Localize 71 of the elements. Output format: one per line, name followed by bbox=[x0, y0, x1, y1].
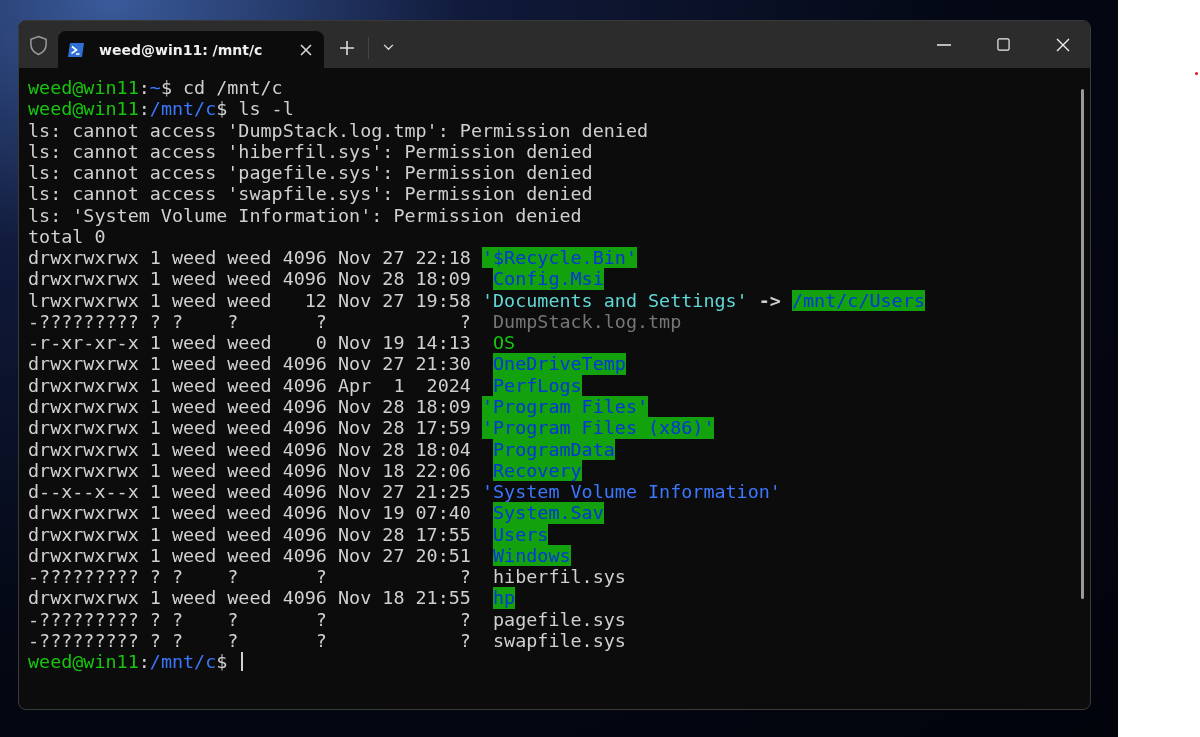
directory-name: hp bbox=[493, 587, 516, 609]
terminal-text: ls: cannot access 'DumpStack.log.tmp': Permission denied bbox=[28, 119, 649, 141]
terminal-prompt-icon bbox=[67, 41, 85, 58]
directory-name: Users bbox=[493, 523, 549, 545]
prompt-user: weed@win11 bbox=[28, 77, 139, 99]
file-details: drwxrwxrwx 1 weed weed 4096 Apr 1 2024 bbox=[28, 374, 472, 396]
terminal-text: ls: cannot access 'hiberfil.sys': Permission denied bbox=[28, 140, 593, 163]
file-details: -????????? ? ? ? ? ? bbox=[28, 566, 472, 588]
file-name: pagefile.sys bbox=[493, 608, 626, 630]
symlink-name: 'Documents and Settings' bbox=[481, 289, 748, 311]
directory-name: /mnt/c/Users bbox=[791, 289, 925, 311]
file-details: d--x--x--x 1 weed weed 4096 Nov 27 21:25 bbox=[28, 481, 471, 503]
file-name: hiberfil.sys bbox=[493, 566, 626, 588]
file-details: -r-xr-xr-x 1 weed weed 0 Nov 19 14:13 bbox=[28, 332, 472, 354]
terminal-text: : bbox=[138, 651, 150, 673]
file-name: swapfile.sys bbox=[493, 629, 626, 652]
file-details: drwxrwxrwx 1 weed weed 4096 Nov 27 21:30 bbox=[28, 353, 472, 375]
chevron-down-icon[interactable] bbox=[383, 44, 394, 51]
file-details: drwxrwxrwx 1 weed weed 4096 Nov 27 22:18 bbox=[28, 247, 471, 269]
maximize-icon[interactable] bbox=[997, 38, 1010, 51]
file-details: drwxrwxrwx 1 weed weed 4096 Nov 19 07:40 bbox=[28, 502, 472, 524]
terminal-text: : bbox=[138, 77, 150, 99]
directory-name: PerfLogs bbox=[493, 374, 582, 396]
dot-mark bbox=[1195, 72, 1198, 75]
directory-name: Windows bbox=[493, 544, 571, 567]
file-details: lrwxrwxrwx 1 weed weed 12 Nov 27 19:58 bbox=[28, 289, 471, 311]
close-icon[interactable] bbox=[1056, 37, 1070, 52]
close-icon[interactable] bbox=[300, 43, 312, 56]
directory-name: 'Program Files (x86)' bbox=[481, 417, 715, 439]
file-details: drwxrwxrwx 1 weed weed 4096 Nov 28 17:59 bbox=[28, 417, 471, 439]
terminal-text: total 0 bbox=[28, 225, 106, 248]
terminal-text: $ cd /mnt/c bbox=[160, 77, 283, 99]
directory-name: Config.Msi bbox=[493, 268, 604, 290]
file-details: drwxrwxrwx 1 weed weed 4096 Nov 28 18:09 bbox=[28, 268, 472, 290]
plus-icon[interactable] bbox=[340, 41, 354, 55]
text-cursor bbox=[240, 652, 243, 672]
minimize-icon[interactable] bbox=[937, 43, 951, 46]
terminal-tab[interactable]: weed@win11: /mnt/c bbox=[58, 31, 324, 68]
tab-title: weed@win11: /mnt/c bbox=[99, 41, 264, 58]
file-details: drwxrwxrwx 1 weed weed 4096 Nov 28 18:09 bbox=[28, 396, 471, 418]
symlink-arrow: -> bbox=[758, 289, 781, 311]
directory-name: Recovery bbox=[493, 459, 582, 482]
terminal-text: ls: 'System Volume Information': Permission denied bbox=[28, 204, 582, 226]
terminal-text: : bbox=[138, 98, 150, 120]
prompt-path: /mnt/c bbox=[149, 98, 217, 120]
directory-name: '$Recycle.Bin' bbox=[481, 247, 637, 269]
file-details: -????????? ? ? ? ? ? bbox=[28, 608, 472, 630]
terminal-text: ls: cannot access 'pagefile.sys': Permission denied bbox=[28, 162, 593, 184]
directory-name: OneDriveTemp bbox=[493, 353, 626, 375]
prompt-path: ~ bbox=[149, 77, 161, 99]
prompt-path: /mnt/c bbox=[149, 651, 217, 673]
prompt-user: weed@win11 bbox=[28, 651, 139, 673]
file-name: DumpStack.log.tmp bbox=[493, 310, 682, 333]
directory-name: System.Sav bbox=[493, 502, 604, 524]
terminal-text: ls: cannot access 'swapfile.sys': Permission denied bbox=[28, 183, 593, 205]
file-details: drwxrwxrwx 1 weed weed 4096 Nov 18 22:06 bbox=[28, 459, 472, 482]
shield-icon[interactable] bbox=[29, 35, 48, 56]
scrollbar-thumb[interactable] bbox=[1081, 89, 1084, 599]
file-name: OS bbox=[493, 332, 516, 354]
file-details: drwxrwxrwx 1 weed weed 4096 Nov 18 21:55 bbox=[28, 587, 472, 609]
file-details: drwxrwxrwx 1 weed weed 4096 Nov 27 20:51 bbox=[28, 544, 472, 567]
terminal-text: $ bbox=[216, 651, 228, 673]
directory-name: 'System Volume Information' bbox=[481, 481, 781, 503]
file-details: drwxrwxrwx 1 weed weed 4096 Nov 28 17:55 bbox=[28, 523, 472, 545]
directory-name: ProgramData bbox=[493, 438, 615, 460]
file-details: -????????? ? ? ? ? ? bbox=[28, 629, 472, 652]
prompt-user: weed@win11 bbox=[28, 98, 139, 120]
directory-name: 'Program Files' bbox=[481, 396, 649, 418]
file-details: drwxrwxrwx 1 weed weed 4096 Nov 28 18:04 bbox=[28, 438, 472, 460]
file-details: -????????? ? ? ? ? ? bbox=[28, 310, 472, 333]
terminal-text: $ ls -l bbox=[216, 98, 294, 120]
